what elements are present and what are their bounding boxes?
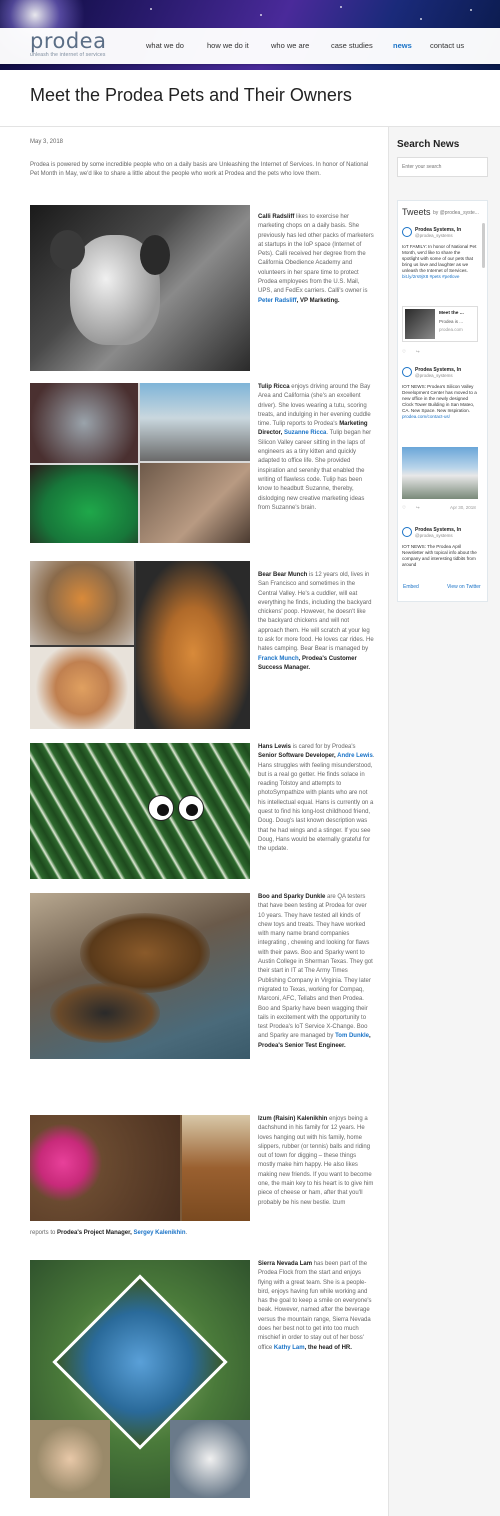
star xyxy=(340,6,342,8)
tweet-date[interactable]: Apr 30, 2018 xyxy=(450,505,476,510)
star xyxy=(470,9,472,11)
owner-link[interactable]: Andre Lewis xyxy=(337,753,373,759)
tweet-handle: @prodea_systems xyxy=(415,373,453,378)
sierra-description: Sierra Nevada Lam has been part of the P… xyxy=(258,1260,375,1353)
hans-plant-photo xyxy=(30,743,250,879)
text: reports to xyxy=(30,1230,58,1236)
text: . Tulip began her Silicon Valley career … xyxy=(258,430,372,511)
text: is cared for by Prodea's xyxy=(291,744,356,750)
text: Prodea's Project Manager, xyxy=(57,1230,134,1236)
tulip-description: Tulip Ricca enjoys driving around the Ba… xyxy=(258,383,375,513)
sierra-photo-collage xyxy=(30,1260,250,1498)
text: are QA testers that have been testing at… xyxy=(258,894,373,1040)
like-icon[interactable]: ♡ xyxy=(402,349,406,355)
text: enjoys being a dachshund in his family f… xyxy=(258,1116,374,1206)
tweet-handle: @prodea_systems xyxy=(415,233,453,238)
owner-link[interactable]: Kathy Lam xyxy=(274,1345,305,1351)
card-desc: Prodea is ... xyxy=(439,319,464,324)
tweet-link[interactable]: prodea.com/contact-us/ xyxy=(402,414,450,419)
post-date: May 3, 2018 xyxy=(30,139,64,145)
tweet-text: IOT NEWS: Prodea's Silicon Valley Develo… xyxy=(402,384,478,420)
tweet-image-building[interactable] xyxy=(402,447,478,499)
nav-how-we-do-it[interactable]: how we do it xyxy=(207,41,249,50)
prodea-avatar-icon xyxy=(402,367,412,377)
page-title: Meet the Prodea Pets and Their Owners xyxy=(30,85,352,105)
tweet-link-card[interactable]: Meet the ... Prodea is ... prodea.com xyxy=(402,306,478,342)
nav-what-we-do[interactable]: what we do xyxy=(146,41,184,50)
boo-sparky-photo xyxy=(30,893,250,1059)
search-input[interactable] xyxy=(397,157,488,177)
pet-name: Tulip Ricca xyxy=(258,384,290,390)
intro-paragraph: Prodea is powered by some incredible peo… xyxy=(30,162,369,177)
search-news-heading: Search News xyxy=(397,139,460,150)
tweet-link[interactable]: bit.ly/2rs9jX8 #pets #petlove xyxy=(402,274,459,279)
share-icon[interactable]: ↪ xyxy=(416,349,420,355)
tweet-handle: @prodea_systems xyxy=(415,533,453,538)
text: IoT FAMILY: In honor of National Pet Mon… xyxy=(402,244,477,273)
tweet-text: IOT NEWS: The Prodea April Newsletter wi… xyxy=(402,544,477,567)
text: has been part of the Prodea Flock from t… xyxy=(258,1261,372,1351)
card-site: prodea.com xyxy=(439,327,463,332)
nav-contact-us[interactable]: contact us xyxy=(430,41,464,50)
owner-link[interactable]: Sergey Kalenikhin xyxy=(133,1230,185,1236)
text: is 12 years old, lives in San Francisco … xyxy=(258,572,374,653)
pet-name: Bear Bear Munch xyxy=(258,572,308,578)
star xyxy=(260,14,262,16)
widget-scrollbar[interactable] xyxy=(482,223,485,268)
pet-name: Izum (Raisin) Kalenikhin xyxy=(258,1116,328,1122)
tweet-1[interactable]: Prodea Systems, In @prodea_systems IoT F… xyxy=(402,227,480,357)
owner-link[interactable]: Tom Dunkle xyxy=(335,1033,369,1039)
calli-photo xyxy=(30,205,250,371)
owner-link[interactable]: Suzanne Ricca xyxy=(284,430,326,436)
like-icon[interactable]: ♡ xyxy=(402,505,406,511)
prodea-logo[interactable]: prodea unleash the internet of services xyxy=(30,31,130,61)
tulip-photo-collage xyxy=(30,383,250,543)
star xyxy=(420,18,422,20)
boo-sparky-description: Boo and Sparky Dunkle are QA testers tha… xyxy=(258,893,375,1051)
logo-text: prodea xyxy=(30,29,107,53)
text: Senior Software Developer, xyxy=(258,753,338,760)
tweet-text: IoT FAMILY: In honor of National Pet Mon… xyxy=(402,244,478,280)
nav-news[interactable]: news xyxy=(393,41,412,50)
bear-bear-photo-collage xyxy=(30,561,250,729)
text: likes to exercise her marketing chops on… xyxy=(258,214,374,295)
nav-bar: prodea unleash the internet of services … xyxy=(0,28,500,64)
text: . Hans struggles with feeling misunderst… xyxy=(258,753,375,853)
owner-link[interactable]: Franck Munch xyxy=(258,656,299,662)
hans-description: Hans Lewis is cared for by Prodea's Seni… xyxy=(258,743,375,855)
star xyxy=(150,8,152,10)
owner-link[interactable]: Peter Radsliff xyxy=(258,298,297,304)
view-on-twitter-link[interactable]: View on Twitter xyxy=(447,584,481,590)
nav-who-we-are[interactable]: who we are xyxy=(271,41,309,50)
izum-photo-collage xyxy=(30,1115,250,1221)
tweets-by[interactable]: by @prodea_syste... xyxy=(433,210,479,216)
text: , the head of HR. xyxy=(304,1344,352,1351)
twitter-widget: Tweets by @prodea_syste... Prodea System… xyxy=(397,200,488,602)
embed-link[interactable]: Embed xyxy=(403,584,419,590)
izum-description-cont: reports to Prodea's Project Manager, Ser… xyxy=(30,1229,375,1238)
calli-description: Calli Radsliff likes to exercise her mar… xyxy=(258,213,375,306)
nav-case-studies[interactable]: case studies xyxy=(331,41,373,50)
pet-name: Boo and Sparky Dunkle xyxy=(258,894,326,900)
pet-name: Sierra Nevada Lam xyxy=(258,1261,313,1267)
prodea-avatar-icon xyxy=(402,527,412,537)
pet-name: Hans Lewis xyxy=(258,744,292,750)
card-title: Meet the ... xyxy=(439,311,464,316)
tweet-3[interactable]: Prodea Systems, In @prodea_systems IOT N… xyxy=(402,527,480,587)
text: . xyxy=(185,1230,188,1236)
izum-description: Izum (Raisin) Kalenikhin enjoys being a … xyxy=(258,1115,375,1208)
prodea-avatar-icon xyxy=(402,227,412,237)
pet-name: Calli Radsliff xyxy=(258,214,295,220)
text: , VP Marketing. xyxy=(296,297,340,304)
bear-bear-description: Bear Bear Munch is 12 years old, lives i… xyxy=(258,571,375,673)
card-thumbnail xyxy=(405,309,435,339)
tweet-2[interactable]: Prodea Systems, In @prodea_systems IOT N… xyxy=(402,367,480,517)
logo-tagline: unleash the internet of services xyxy=(30,52,106,58)
share-icon[interactable]: ↪ xyxy=(416,505,420,511)
tweets-title: Tweets xyxy=(402,207,431,217)
text: IOT NEWS: Prodea's Silicon Valley Develo… xyxy=(402,384,477,413)
